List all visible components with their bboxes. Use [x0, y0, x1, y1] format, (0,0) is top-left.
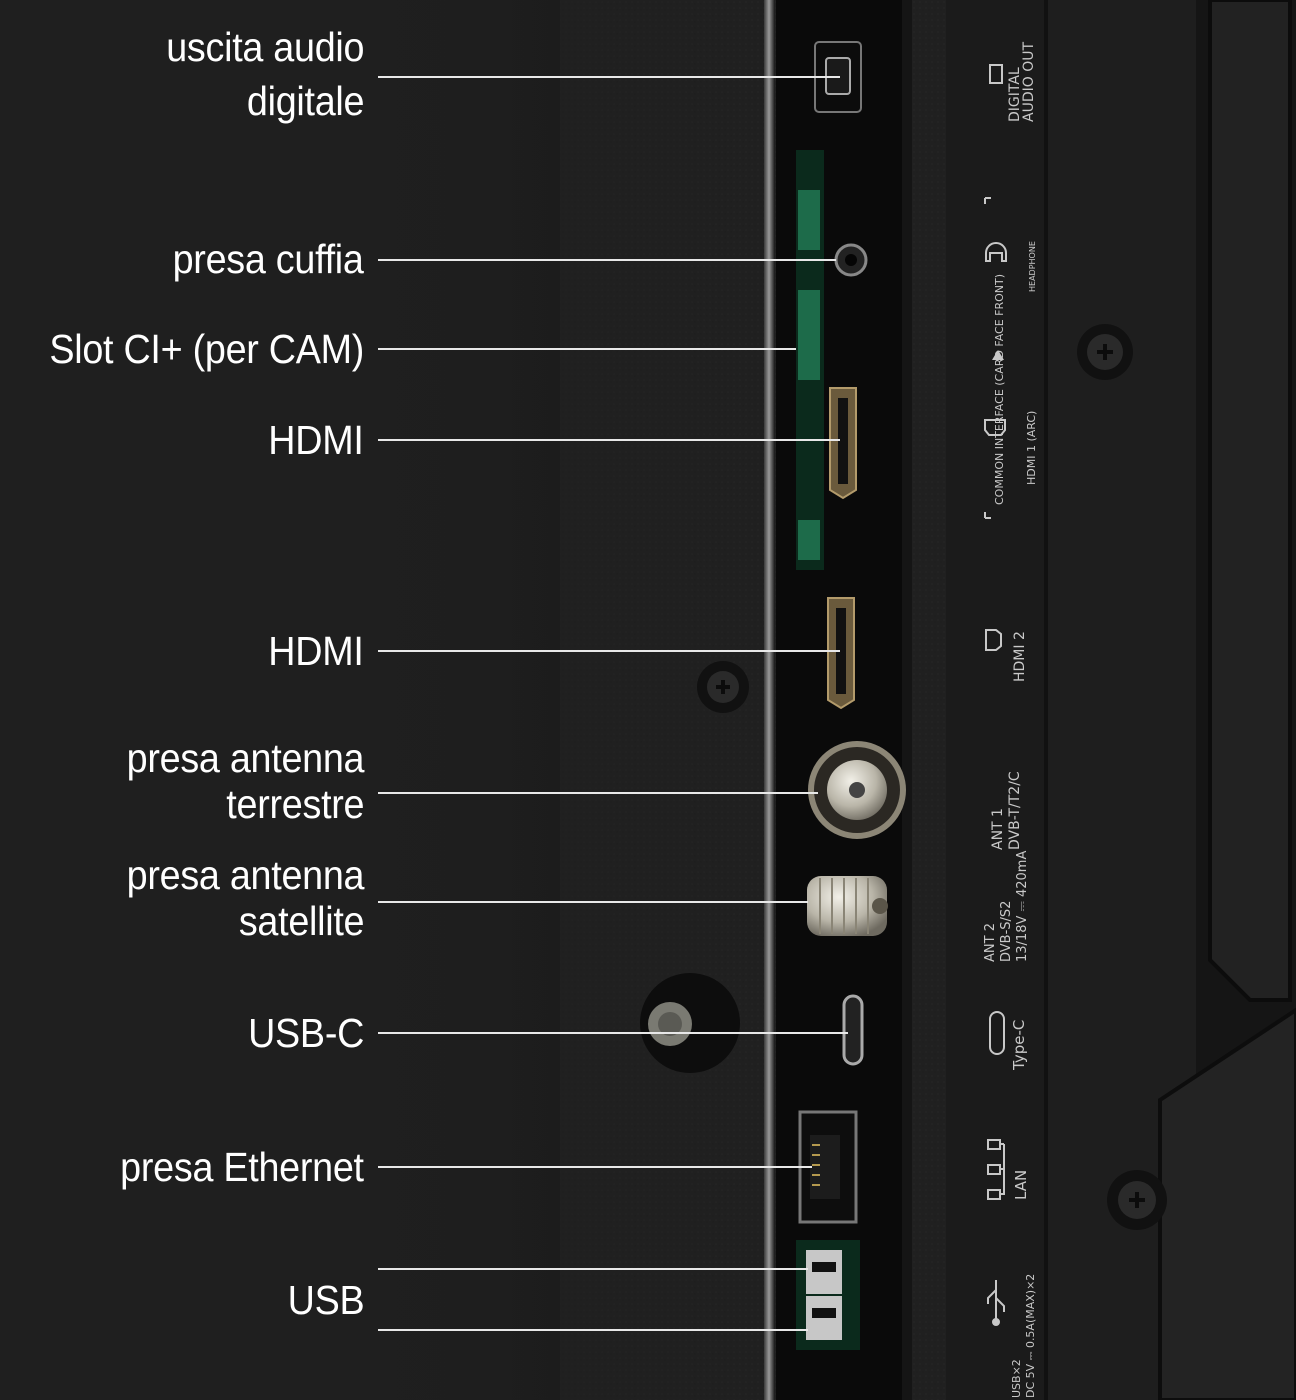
- callout-leader-line: [378, 1268, 808, 1270]
- callout-leader-line: [378, 1329, 808, 1331]
- tv-connector-panel-illustration: [0, 0, 1296, 1400]
- label-digital-audio-out: uscita audio digitale: [165, 24, 364, 124]
- panel-label-hdmi-1: HDMI 1 (ARC): [1025, 410, 1038, 485]
- callout-leader-line: [378, 650, 840, 652]
- panel-label-ant-2: ANT 2 DVB-S/S2 13/18V ⎓ 420mA: [983, 850, 1030, 962]
- panel-label-lan: LAN: [1012, 1169, 1030, 1200]
- callout-leader-line: [378, 348, 796, 350]
- callout-leader-line: [378, 1032, 848, 1034]
- label-hdmi-1: HDMI: [268, 417, 365, 463]
- usb-c-port-icon: [842, 994, 864, 1066]
- wall-mount-insert-icon: [640, 973, 740, 1073]
- callout-leader-line: [378, 439, 840, 441]
- screw-icon: [697, 661, 749, 713]
- coax-antenna-port-icon: [808, 741, 906, 839]
- hdmi-port-icon: [827, 597, 855, 710]
- panel-label-digital-audio: DIGITAL AUDIO OUT: [1007, 41, 1037, 122]
- label-hdmi-2: HDMI: [268, 628, 365, 674]
- label-usb-c: USB-C: [248, 1010, 364, 1056]
- label-terrestrial-antenna: presa antenna terrestre: [126, 735, 364, 827]
- panel-label-hdmi-2: HDMI 2: [1012, 631, 1028, 682]
- callout-leader-line: [378, 1166, 812, 1168]
- f-connector-port-icon: [807, 876, 888, 936]
- label-usb: USB: [287, 1277, 364, 1323]
- callout-leader-line: [378, 792, 818, 794]
- panel-label-headphone: HEADPHONE: [1028, 241, 1037, 292]
- panel-label-type-c: Type-C: [1010, 1019, 1028, 1070]
- ci-slot-icon: [796, 150, 824, 570]
- callout-leader-line: [378, 76, 840, 78]
- label-satellite-antenna: presa antenna satellite: [126, 852, 364, 944]
- panel-label-common-interface: COMMON INTERFACE (CARD FACE FRONT): [993, 273, 1006, 505]
- screw-icon: [1107, 1170, 1167, 1230]
- label-headphone: presa cuffia: [172, 236, 364, 282]
- callout-leader-line: [378, 901, 808, 903]
- hdmi-port-icon: [829, 387, 857, 500]
- label-ci-slot: Slot CI+ (per CAM): [49, 326, 364, 372]
- label-ethernet: presa Ethernet: [120, 1144, 364, 1190]
- panel-label-ant-1: ANT 1 DVB-T/T2/C: [990, 771, 1023, 850]
- tv-rear-panel-photo: uscita audio digitale presa cuffia Slot C…: [0, 0, 1296, 1400]
- callout-leader-line: [378, 259, 836, 261]
- panel-label-usb: USB×2 DC 5V ⎓ 0.5A(MAX)×2: [1010, 1273, 1037, 1398]
- screw-icon: [1077, 324, 1133, 380]
- headphone-jack-icon: [834, 243, 868, 277]
- usb-port-icon: [796, 1240, 860, 1350]
